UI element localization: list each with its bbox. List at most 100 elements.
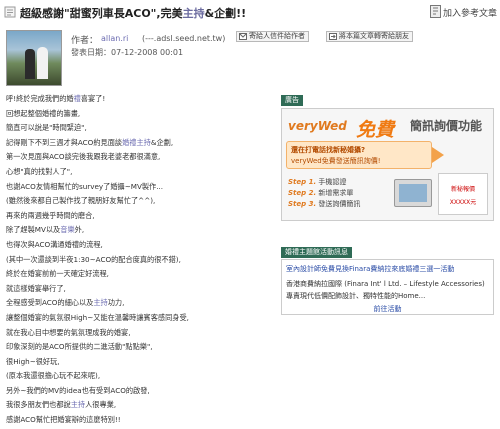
keyword-link[interactable]: 婚禮主持 [122, 138, 151, 147]
activity-section-label: 婚禮主題館活動訊息 [281, 247, 352, 258]
article-line: 終於在婚宴前前一天確定好流程, [6, 267, 268, 282]
article-text: 功力, [107, 298, 125, 308]
article-text: 再來的兩週幾乎時間的磨合, [6, 210, 95, 220]
add-reference-link[interactable]: 加入參考文章 [443, 6, 497, 19]
ad-step: Step 1. 手機認證 [288, 178, 347, 186]
article-text: 感謝ACO幫忙把婚宴辦的這麼特別!! [6, 415, 121, 425]
activity-link[interactable]: 室內設計師免費見換Finara費納拉來底婚禮三選一活動 [286, 264, 454, 274]
article-text: 第一次見面與ACO談完後我跟我老婆老都很滿意, [6, 152, 161, 162]
arrow-icon [432, 147, 444, 163]
article-text: 很High~很好玩, [6, 356, 60, 366]
article-text: 就這樣婚宴舉行了, [6, 283, 66, 293]
ad-headline: 簡訊詢價功能 [410, 119, 483, 133]
ad-section-label: 廣告 [281, 95, 303, 106]
article-text: 回想起整個婚禮的籌畫, [6, 108, 81, 118]
article-text: 印象深刻的是ACO所提供的二進活動"點點樂", [6, 342, 153, 352]
laptop-icon [394, 179, 432, 207]
ad-banner[interactable]: veryWed 免費 簡訊詢價功能 還在打電話找新秘婚攝? veryWed免費發… [281, 108, 494, 221]
article-text: 終於在婚宴前前一天確定好流程, [6, 269, 109, 279]
title-prefix: 超級感謝"甜蜜列車長ACO",完美 [20, 7, 183, 20]
avatar[interactable] [6, 30, 62, 86]
article-text: 簡直可以說是"時間緊迫", [6, 123, 87, 133]
article-line: (雖然後來都自己製作找了親朋好友幫忙了^^), [6, 194, 268, 209]
article-text: 也得次與ACO溝通婚禮的流程, [6, 239, 103, 249]
article-line: 記得剛下不到三週才與ACO約見面談婚禮主持&企劃, [6, 136, 268, 151]
ad-step: Step 2. 新增需求單 [288, 189, 354, 197]
author-label: 作者： [71, 36, 99, 46]
article-line: 也謝ACO友情相幫忙的survey了婚攝~MV製作... [6, 180, 268, 195]
keyword-link[interactable]: 主持 [71, 400, 85, 409]
ad-price-title: 新秘報價 [450, 186, 475, 193]
author-info: 作者： allan.ri (---.adsl.seed.net.tw) 發表日期… [6, 30, 494, 88]
article-text: (雖然後來都自己製作找了親朋好友幫忙了^^), [6, 196, 156, 206]
article-line: 全程感受到ACO的細心以及主持功力, [6, 296, 268, 311]
page-title: 超級感謝"甜蜜列車長ACO",完美主持&企劃!! [20, 5, 246, 21]
article-text: 外, [74, 225, 85, 235]
send-to-author-button[interactable]: 寄給人信件給作者 [236, 31, 309, 42]
article-text: &企劃, [150, 137, 174, 147]
activity-description: 香港商費納拉國際 (Finara Int' l Ltd. – Lifestyle… [286, 280, 485, 288]
article-line: 也得次與ACO溝通婚禮的流程, [6, 238, 268, 253]
article-text: 就在我心目中想要的氣氛理成我的婚宴, [6, 327, 131, 337]
keyword-link[interactable]: 主持 [93, 298, 107, 307]
article-line: 另外~我們的MV的idea也有受到ACO的啟發, [6, 384, 268, 399]
ad-subtext: veryWed免費發送簡訊詢價! [291, 157, 381, 165]
forward-article-button[interactable]: 將本篇文章轉寄給朋友 [326, 31, 413, 42]
forward-article-label: 將本篇文章轉寄給朋友 [339, 32, 409, 40]
ad-price-card: 新秘報價 XXXXX元 [438, 173, 488, 215]
activity-description-more: 專責現代低價配飾設計、獨特性能的Home... [286, 292, 426, 300]
publish-date: 發表日期：07-12-2008 00:01 [71, 48, 184, 57]
forward-icon [329, 33, 337, 40]
article-text: 除了趕製MV以及 [6, 225, 61, 235]
article-text: 全程感受到ACO的細心以及 [6, 298, 94, 308]
author-name[interactable]: allan.ri [101, 34, 128, 43]
article-text: 記得剛下不到三週才與ACO約見面談 [6, 137, 123, 147]
document-icon [4, 6, 16, 18]
article-text: 另外~我們的MV的idea也有受到ACO的啟發, [6, 385, 150, 395]
article-line: 回想起整個婚禮的籌畫, [6, 107, 268, 122]
article-line: (原本我還很擔心玩不起來呢), [6, 369, 268, 384]
article-line: 就在我心目中想要的氣氛理成我的婚宴, [6, 326, 268, 341]
bookmark-icon[interactable] [430, 5, 441, 18]
article-text: 人很專業, [85, 400, 117, 410]
article-text: 我很多朋友們也都說 [6, 400, 71, 410]
article-line: 呼!終於完成我們的婚禮喜宴了! [6, 92, 268, 107]
keyword-link[interactable]: 音樂 [60, 225, 74, 234]
article-text: 心想"真的找對人了", [6, 166, 73, 176]
article-header: 超級感謝"甜蜜列車長ACO",完美主持&企劃!! 加入參考文章 [0, 0, 500, 26]
title-keyword[interactable]: 主持 [183, 7, 205, 20]
article-line: 很High~很好玩, [6, 355, 268, 370]
article-line: 讓整個婚宴的氣氛很High~又能在溫馨時讓賓客感同身受, [6, 311, 268, 326]
article-line: 心想"真的找對人了", [6, 165, 268, 180]
article-text: (其中一次還談到半夜1:30~ACO的配合度真的很不錯), [6, 254, 181, 264]
go-to-activity-link[interactable]: 前往活動 [282, 304, 493, 314]
author-host: (---.adsl.seed.net.tw) [142, 34, 226, 43]
article-line: (其中一次還談到半夜1:30~ACO的配合度真的很不錯), [6, 253, 268, 268]
article-text: 也謝ACO友情相幫忙的survey了婚攝~MV製作... [6, 181, 164, 191]
title-suffix: &企劃!! [204, 7, 247, 20]
keyword-link[interactable]: 禮 [74, 94, 81, 103]
article-line: 印象深刻的是ACO所提供的二進活動"點點樂", [6, 340, 268, 355]
article-text: 讓整個婚宴的氣氛很High~又能在溫馨時讓賓客感同身受, [6, 312, 189, 322]
ad-step: Step 3. 發送詢價簡訊 [288, 200, 361, 208]
article-line: 我很多朋友們也都說主持人很專業, [6, 398, 268, 413]
article-text: 喜宴了! [80, 94, 106, 103]
ad-question: 還在打電話找新秘婚攝? [291, 146, 366, 154]
ad-free-text: 免費 [356, 119, 395, 141]
ad-brand: veryWed [288, 119, 347, 133]
article-line: 簡直可以說是"時間緊迫", [6, 121, 268, 136]
article-line: 就這樣婚宴舉行了, [6, 282, 268, 297]
article-line: 再來的兩週幾乎時間的磨合, [6, 209, 268, 224]
mail-icon [239, 33, 247, 40]
article-line: 除了趕製MV以及音樂外, [6, 223, 268, 238]
article-body: 呼!終於完成我們的婚禮喜宴了! 回想起整個婚禮的籌畫, 簡直可以說是"時間緊迫", 記… [6, 92, 268, 428]
ad-steps: Step 1. 手機認證 Step 2. 新增需求單 Step 3. 發送詢價簡… [288, 177, 360, 210]
ad-price-value: XXXXX元 [449, 199, 477, 206]
ad-question-box: 還在打電話找新秘婚攝? veryWed免費發送簡訊詢價! [286, 141, 432, 169]
article-text: (原本我還很擔心玩不起來呢), [6, 371, 101, 381]
send-to-author-label: 寄給人信件給作者 [249, 32, 305, 40]
article-text: 呼!終於完成我們的婚 [6, 94, 74, 103]
activity-panel: 室內設計師免費見換Finara費納拉來底婚禮三選一活動 香港商費納拉國際 (Fi… [281, 259, 494, 315]
article-line: 感謝ACO幫忙把婚宴辦的這麼特別!! [6, 413, 268, 428]
article-line: 第一次見面與ACO談完後我跟我老婆老都很滿意, [6, 150, 268, 165]
